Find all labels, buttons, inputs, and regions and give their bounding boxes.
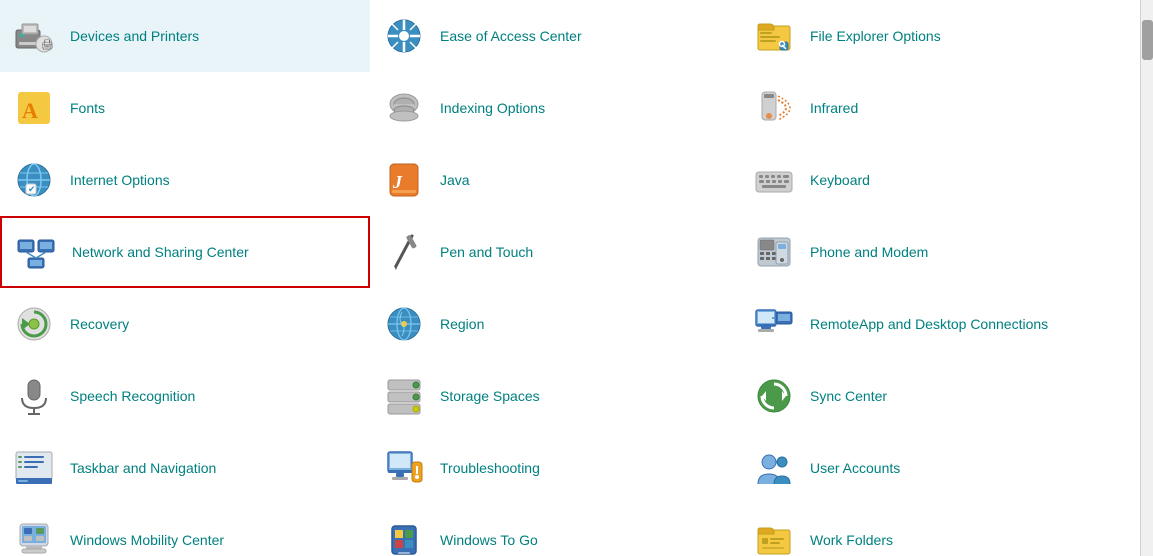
infrared-icon (750, 84, 798, 132)
scrollbar-thumb[interactable] (1142, 20, 1153, 60)
item-network-sharing[interactable]: Network and Sharing Center (0, 216, 370, 288)
storage-spaces-icon (380, 372, 428, 420)
item-work-folders[interactable]: Work Folders (740, 504, 1140, 556)
indexing-options-label: Indexing Options (440, 99, 545, 117)
windows-mobility-icon (10, 516, 58, 556)
recovery-label: Recovery (70, 315, 129, 333)
file-explorer-options-icon (750, 12, 798, 60)
infrared-label: Infrared (810, 99, 858, 117)
sync-center-icon (750, 372, 798, 420)
taskbar-navigation-icon (10, 444, 58, 492)
item-remoteapp[interactable]: RemoteApp and Desktop Connections (740, 288, 1140, 360)
region-icon (380, 300, 428, 348)
speech-recognition-icon (10, 372, 58, 420)
item-internet-options[interactable]: ✔ Internet Options (0, 144, 370, 216)
svg-text:J: J (392, 172, 403, 192)
fonts-icon: A (10, 84, 58, 132)
item-sync-center[interactable]: Sync Center (740, 360, 1140, 432)
item-storage-spaces[interactable]: Storage Spaces (370, 360, 740, 432)
work-folders-label: Work Folders (810, 531, 893, 549)
internet-options-label: Internet Options (70, 171, 170, 189)
user-accounts-icon (750, 444, 798, 492)
windows-to-go-icon (380, 516, 428, 556)
item-ease-of-access[interactable]: Ease of Access Center (370, 0, 740, 72)
item-pen-touch[interactable]: Pen and Touch (370, 216, 740, 288)
item-region[interactable]: Region (370, 288, 740, 360)
windows-mobility-label: Windows Mobility Center (70, 531, 224, 549)
item-recovery[interactable]: Recovery (0, 288, 370, 360)
devices-printers-icon: 🖨 (10, 12, 58, 60)
item-troubleshooting[interactable]: Troubleshooting (370, 432, 740, 504)
storage-spaces-label: Storage Spaces (440, 387, 540, 405)
item-speech-recognition[interactable]: Speech Recognition (0, 360, 370, 432)
windows-to-go-label: Windows To Go (440, 531, 538, 549)
work-folders-icon (750, 516, 798, 556)
ease-of-access-label: Ease of Access Center (440, 27, 582, 45)
column-1: 🖨 Devices and Printers A Fonts (0, 0, 370, 556)
item-java[interactable]: J Java (370, 144, 740, 216)
item-infrared[interactable]: Infrared (740, 72, 1140, 144)
keyboard-icon (750, 156, 798, 204)
speech-recognition-label: Speech Recognition (70, 387, 195, 405)
item-windows-mobility[interactable]: Windows Mobility Center (0, 504, 370, 556)
item-indexing-options[interactable]: Indexing Options (370, 72, 740, 144)
svg-text:✔: ✔ (28, 184, 36, 194)
item-taskbar-navigation[interactable]: Taskbar and Navigation (0, 432, 370, 504)
pen-touch-label: Pen and Touch (440, 243, 533, 261)
item-fonts[interactable]: A Fonts (0, 72, 370, 144)
remoteapp-icon (750, 300, 798, 348)
recovery-icon (10, 300, 58, 348)
item-windows-to-go[interactable]: Windows To Go (370, 504, 740, 556)
devices-printers-label: Devices and Printers (70, 27, 199, 45)
sync-center-label: Sync Center (810, 387, 887, 405)
item-devices-printers[interactable]: 🖨 Devices and Printers (0, 0, 370, 72)
java-icon: J (380, 156, 428, 204)
troubleshooting-icon (380, 444, 428, 492)
troubleshooting-label: Troubleshooting (440, 459, 540, 477)
control-panel-grid: 🖨 Devices and Printers A Fonts (0, 0, 1153, 556)
network-sharing-label: Network and Sharing Center (72, 243, 249, 261)
phone-modem-icon (750, 228, 798, 276)
svg-text:A: A (22, 98, 38, 123)
svg-text:🖨: 🖨 (41, 39, 54, 51)
item-file-explorer-options[interactable]: File Explorer Options (740, 0, 1140, 72)
pen-touch-icon (380, 228, 428, 276)
remoteapp-label: RemoteApp and Desktop Connections (810, 315, 1048, 333)
java-label: Java (440, 171, 470, 189)
ease-of-access-icon (380, 12, 428, 60)
region-label: Region (440, 315, 484, 333)
user-accounts-label: User Accounts (810, 459, 900, 477)
item-user-accounts[interactable]: User Accounts (740, 432, 1140, 504)
fonts-label: Fonts (70, 99, 105, 117)
phone-modem-label: Phone and Modem (810, 243, 928, 261)
taskbar-navigation-label: Taskbar and Navigation (70, 459, 216, 477)
item-keyboard[interactable]: Keyboard (740, 144, 1140, 216)
indexing-options-icon (380, 84, 428, 132)
column-3: File Explorer Options Infrared (740, 0, 1140, 556)
internet-options-icon: ✔ (10, 156, 58, 204)
keyboard-label: Keyboard (810, 171, 870, 189)
file-explorer-options-label: File Explorer Options (810, 27, 941, 45)
column-2: Ease of Access Center Indexing Options J (370, 0, 740, 556)
network-sharing-icon (12, 228, 60, 276)
scrollbar[interactable] (1140, 0, 1153, 556)
item-phone-modem[interactable]: Phone and Modem (740, 216, 1140, 288)
